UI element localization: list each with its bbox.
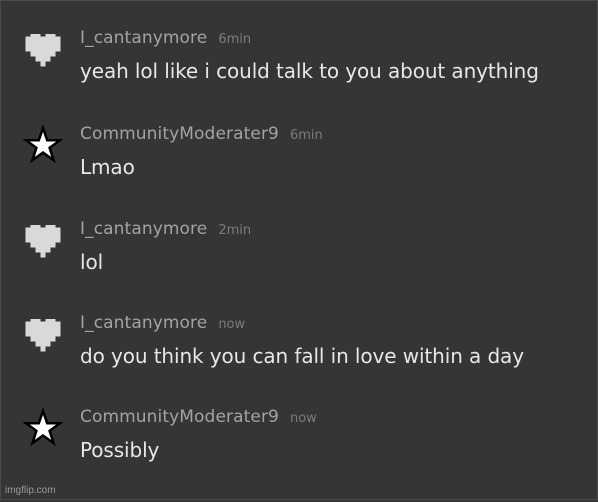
username[interactable]: CommunityModerater9: [80, 407, 279, 427]
message-text: lol: [80, 250, 104, 274]
chat-message: I_cantanymore 6min yeah lol like i could …: [1, 29, 598, 123]
message-header: CommunityModerater9 now: [80, 408, 317, 428]
timestamp: now: [218, 317, 246, 332]
message-header: CommunityModerater9 6min: [80, 125, 323, 145]
watermark: imgflip.com: [5, 485, 56, 496]
message-text: Lmao: [80, 155, 135, 179]
chat-message: CommunityModerater9 6min Lmao: [1, 125, 598, 219]
chat-message: I_cantanymore now do you think you can fa…: [1, 314, 598, 408]
timestamp: now: [289, 411, 317, 426]
message-text: do you think you can fall in love within…: [80, 344, 524, 368]
username[interactable]: CommunityModerater9: [80, 124, 279, 144]
chat-window: I_cantanymore 6min yeah lol like i could …: [0, 0, 598, 500]
heart-icon[interactable]: [23, 314, 63, 354]
chat-message: CommunityModerater9 now Possibly: [1, 408, 598, 502]
star-icon[interactable]: [23, 408, 63, 448]
username[interactable]: I_cantanymore: [80, 313, 207, 333]
username[interactable]: I_cantanymore: [80, 28, 207, 48]
message-header: I_cantanymore 6min: [80, 29, 251, 49]
heart-icon[interactable]: [23, 220, 63, 260]
message-header: I_cantanymore 2min: [80, 220, 251, 240]
heart-icon[interactable]: [23, 29, 63, 69]
timestamp: 6min: [289, 128, 323, 143]
timestamp: 2min: [218, 223, 252, 238]
username[interactable]: I_cantanymore: [80, 219, 207, 239]
message-text: Possibly: [80, 438, 160, 462]
message-header: I_cantanymore now: [80, 314, 245, 334]
star-icon[interactable]: [23, 125, 63, 165]
chat-message: I_cantanymore 2min lol: [1, 220, 598, 314]
timestamp: 6min: [218, 32, 252, 47]
message-text: yeah lol like i could talk to you about …: [80, 59, 539, 83]
